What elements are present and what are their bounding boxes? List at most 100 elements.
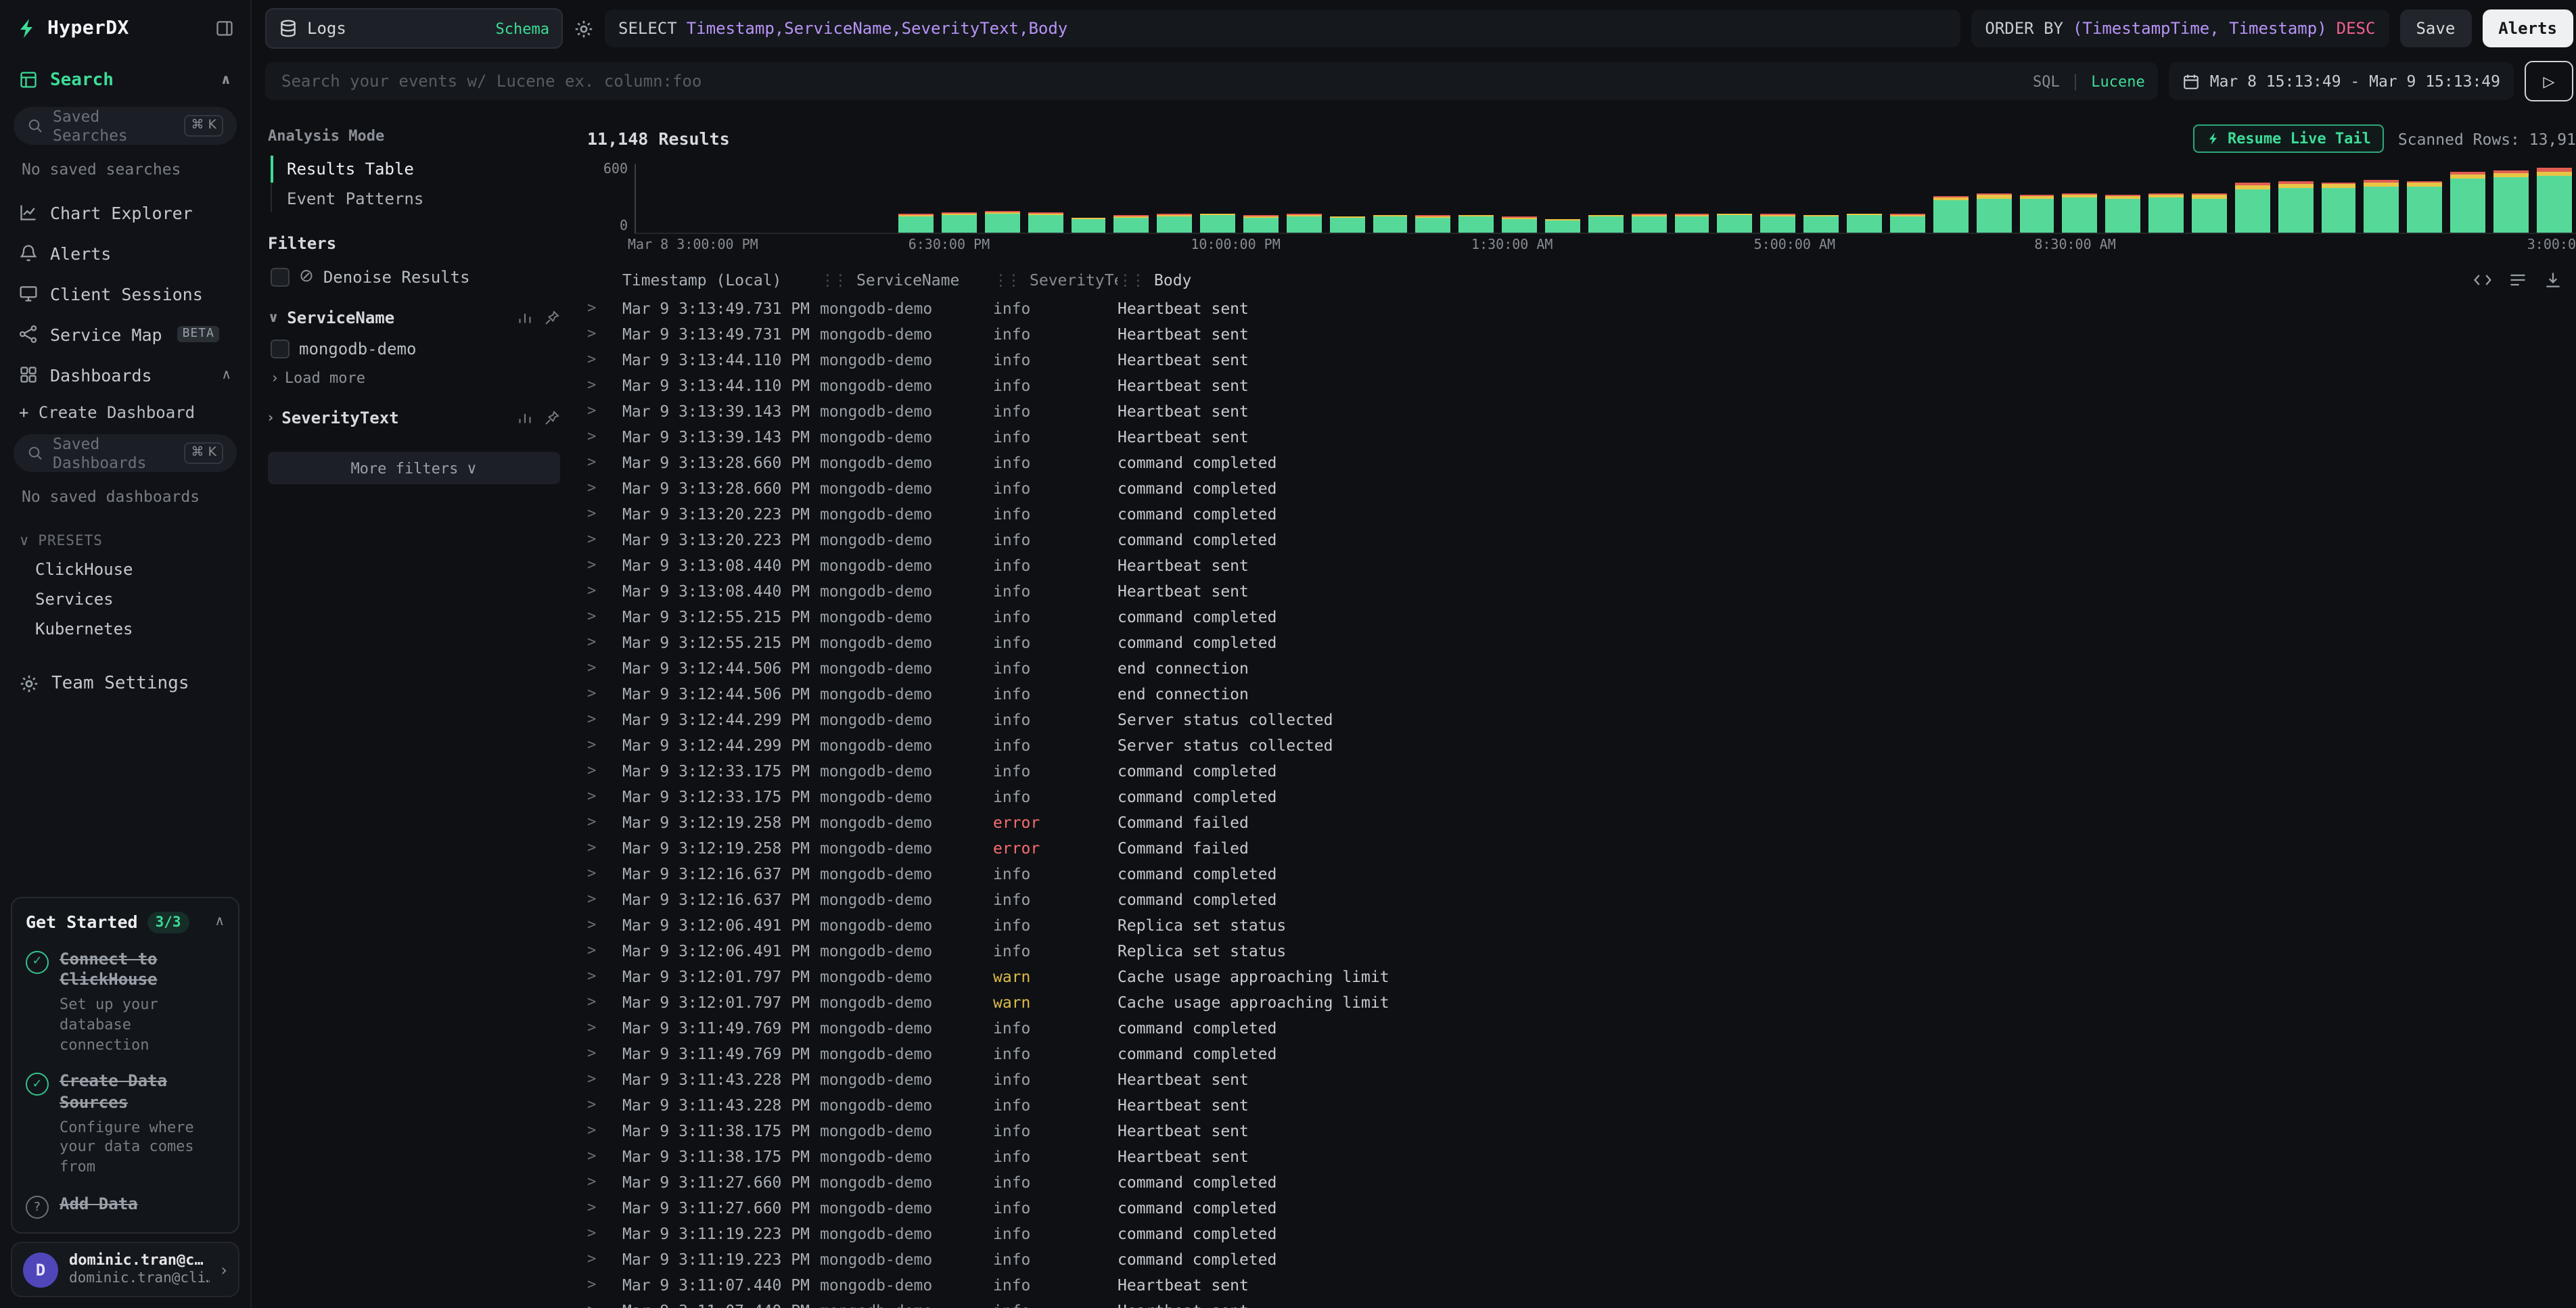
row-expand-chevron[interactable]: > [587,1019,622,1036]
sidebar-item-alerts[interactable]: Alerts [0,233,250,273]
row-expand-chevron[interactable]: > [587,684,622,702]
preset-kubernetes[interactable]: Kubernetes [0,614,250,644]
log-row[interactable]: >Mar 9 3:11:19.223 PMmongodb-demoinfocom… [576,1246,2576,1271]
row-expand-chevron[interactable]: > [587,607,622,625]
row-expand-chevron[interactable]: > [587,762,622,779]
sidebar-item-client-sessions[interactable]: Client Sessions [0,273,250,314]
source-select[interactable]: Logs Schema [265,8,563,49]
sql-select-editor[interactable]: SELECT Timestamp,ServiceName,SeverityTex… [605,9,1960,47]
sidebar-item-service-map[interactable]: Service Map BETA [0,314,250,354]
preset-clickhouse[interactable]: ClickHouse [0,555,250,584]
source-schema-link[interactable]: Schema [496,20,550,37]
row-expand-chevron[interactable]: > [587,350,622,368]
row-expand-chevron[interactable]: > [587,916,622,933]
row-expand-chevron[interactable]: > [587,659,622,676]
download-icon[interactable] [2544,271,2562,289]
mode-event-patterns[interactable]: Event Patterns [271,185,560,212]
log-row[interactable]: >Mar 9 3:12:16.637 PMmongodb-demoinfocom… [576,860,2576,886]
row-expand-chevron[interactable]: > [587,1147,622,1165]
log-row[interactable]: >Mar 9 3:12:19.258 PMmongodb-demoerrorCo… [576,835,2576,860]
lang-toggle-sql[interactable]: SQL [2033,72,2060,90]
col-timestamp[interactable]: Timestamp (Local) [622,271,781,289]
log-row[interactable]: >Mar 9 3:13:20.223 PMmongodb-demoinfocom… [576,500,2576,526]
log-row[interactable]: >Mar 9 3:11:19.223 PMmongodb-demoinfocom… [576,1220,2576,1246]
log-row[interactable]: >Mar 9 3:11:49.769 PMmongodb-demoinfocom… [576,1040,2576,1066]
log-row[interactable]: >Mar 9 3:13:44.110 PMmongodb-demoinfoHea… [576,372,2576,398]
log-row[interactable]: >Mar 9 3:11:49.769 PMmongodb-demoinfocom… [576,1014,2576,1040]
log-row[interactable]: >Mar 9 3:12:44.506 PMmongodb-demoinfoend… [576,680,2576,706]
log-row[interactable]: >Mar 9 3:12:55.215 PMmongodb-demoinfocom… [576,603,2576,629]
row-expand-chevron[interactable]: > [587,1096,622,1113]
log-row[interactable]: >Mar 9 3:13:20.223 PMmongodb-demoinfocom… [576,526,2576,552]
row-expand-chevron[interactable]: > [587,1198,622,1216]
log-row[interactable]: >Mar 9 3:11:38.175 PMmongodb-demoinfoHea… [576,1117,2576,1143]
mini-bar-chart-icon[interactable] [517,410,533,426]
denoise-results-toggle[interactable]: ⊘ Denoise Results [271,266,560,287]
row-expand-chevron[interactable]: > [587,325,622,342]
preset-services[interactable]: Services [0,584,250,614]
row-expand-chevron[interactable]: > [587,941,622,959]
more-filters-button[interactable]: More filters ∨ [268,452,560,484]
row-expand-chevron[interactable]: > [587,736,622,753]
col-severitytext[interactable]: SeverityText [1030,271,1118,289]
log-row[interactable]: >Mar 9 3:11:07.440 PMmongodb-demoinfoHea… [576,1271,2576,1297]
row-expand-chevron[interactable]: > [587,1224,622,1242]
filter-option-checkbox[interactable] [271,340,290,358]
row-expand-chevron[interactable]: > [587,402,622,419]
log-row[interactable]: >Mar 9 3:11:43.228 PMmongodb-demoinfoHea… [576,1066,2576,1092]
col-body[interactable]: Body [1154,271,1191,289]
save-button[interactable]: Save [2399,9,2471,47]
sidebar-collapse-icon[interactable] [215,19,234,38]
log-row[interactable]: >Mar 9 3:12:01.797 PMmongodb-demowarnCac… [576,989,2576,1014]
source-settings-gear-icon[interactable] [574,18,594,39]
log-row[interactable]: >Mar 9 3:13:49.731 PMmongodb-demoinfoHea… [576,321,2576,346]
row-expand-chevron[interactable]: > [587,505,622,522]
run-query-button[interactable]: ▷ [2525,61,2573,101]
date-range-picker[interactable]: Mar 8 15:13:49 - Mar 9 15:13:49 [2169,62,2514,100]
row-expand-chevron[interactable]: > [587,1250,622,1267]
column-drag-handle-icon[interactable]: ⋮⋮ [820,271,846,289]
user-menu[interactable]: D dominic.tran@c… dominic.tran@cli… › [11,1242,239,1297]
presets-section-header[interactable]: ∨ PRESETS [19,533,231,549]
lang-toggle-lucene[interactable]: Lucene [2091,72,2145,90]
row-expand-chevron[interactable]: > [587,993,622,1010]
filter-group-servicename[interactable]: ∨ ServiceName [268,308,560,327]
row-expand-chevron[interactable]: > [587,530,622,548]
alerts-button[interactable]: Alerts [2482,9,2573,47]
row-expand-chevron[interactable]: > [587,299,622,317]
row-expand-chevron[interactable]: > [587,864,622,882]
log-row[interactable]: >Mar 9 3:12:55.215 PMmongodb-demoinfocom… [576,629,2576,655]
row-expand-chevron[interactable]: > [587,787,622,805]
sidebar-item-team-settings[interactable]: Team Settings [0,663,250,703]
log-row[interactable]: >Mar 9 3:12:44.506 PMmongodb-demoinfoend… [576,655,2576,680]
log-row[interactable]: >Mar 9 3:13:44.110 PMmongodb-demoinfoHea… [576,346,2576,372]
get-started-item-sources[interactable]: ✓ Create Data Sources Configure where yo… [26,1072,225,1178]
row-expand-chevron[interactable]: > [587,1301,622,1308]
row-expand-chevron[interactable]: > [587,1070,622,1088]
code-icon[interactable] [2473,271,2492,289]
create-dashboard-button[interactable]: + Create Dashboard [0,395,250,430]
orderby-editor[interactable]: ORDER BY (TimestampTime, Timestamp) DESC [1971,9,2389,47]
resume-live-tail-button[interactable]: Resume Live Tail [2194,124,2385,153]
row-expand-chevron[interactable]: > [587,1276,622,1293]
row-expand-chevron[interactable]: > [587,453,622,471]
sidebar-item-chart-explorer[interactable]: Chart Explorer [0,192,250,233]
row-expand-chevron[interactable]: > [587,710,622,728]
row-expand-chevron[interactable]: > [587,582,622,599]
log-row[interactable]: >Mar 9 3:13:08.440 PMmongodb-demoinfoHea… [576,552,2576,578]
mini-bar-chart-icon[interactable] [517,310,533,326]
log-row[interactable]: >Mar 9 3:12:06.491 PMmongodb-demoinfoRep… [576,937,2576,963]
row-expand-chevron[interactable]: > [587,376,622,394]
log-row[interactable]: >Mar 9 3:12:44.299 PMmongodb-demoinfoSer… [576,732,2576,757]
log-row[interactable]: >Mar 9 3:11:43.228 PMmongodb-demoinfoHea… [576,1092,2576,1117]
row-expand-chevron[interactable]: > [587,556,622,574]
sidebar-item-search[interactable]: Search ∧ [0,57,250,103]
get-started-item-connect[interactable]: ✓ Connect to ClickHouse Set up your data… [26,949,225,1055]
load-more-button[interactable]: › Load more [272,369,560,387]
col-servicename[interactable]: ServiceName [856,271,959,289]
mode-results-table[interactable]: Results Table [271,156,560,183]
log-row[interactable]: >Mar 9 3:11:27.660 PMmongodb-demoinfocom… [576,1194,2576,1220]
row-expand-chevron[interactable]: > [587,967,622,985]
log-row[interactable]: >Mar 9 3:13:39.143 PMmongodb-demoinfoHea… [576,398,2576,423]
log-row[interactable]: >Mar 9 3:11:27.660 PMmongodb-demoinfocom… [576,1169,2576,1194]
